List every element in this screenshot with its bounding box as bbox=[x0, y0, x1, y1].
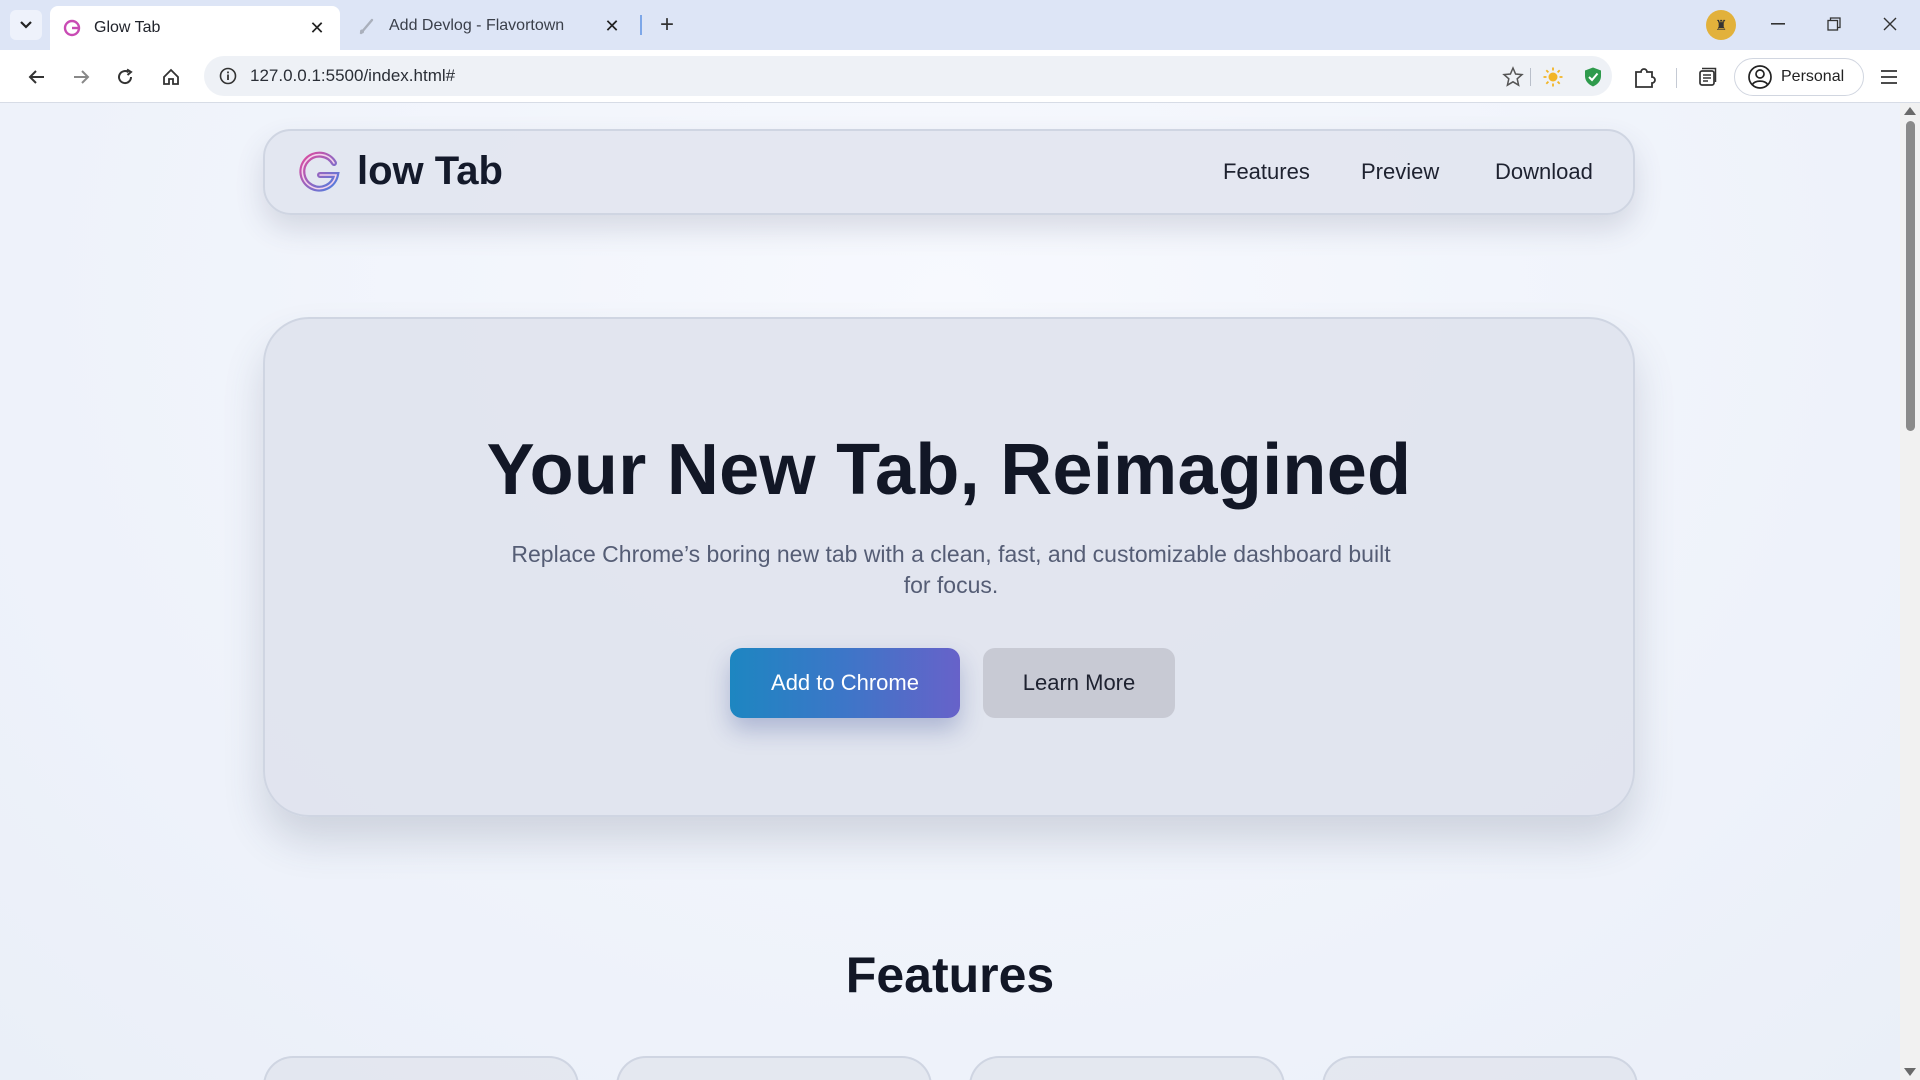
close-icon[interactable]: ✕ bbox=[306, 17, 328, 39]
window-close-icon[interactable] bbox=[1870, 8, 1910, 40]
bookmark-star-icon[interactable] bbox=[1500, 64, 1526, 90]
scroll-down-arrow-icon[interactable] bbox=[1904, 1068, 1916, 1076]
feature-card bbox=[1322, 1056, 1638, 1080]
reload-button[interactable] bbox=[108, 60, 142, 94]
scroll-up-arrow-icon[interactable] bbox=[1904, 107, 1916, 115]
tab-glow-tab[interactable]: Glow Tab ✕ bbox=[50, 6, 340, 50]
divider bbox=[1676, 68, 1677, 88]
collections-button[interactable] bbox=[1690, 60, 1724, 94]
hero-title: Your New Tab, Reimagined bbox=[486, 430, 1412, 510]
nav-link-features[interactable]: Features bbox=[1223, 159, 1310, 185]
user-icon bbox=[1748, 65, 1772, 89]
add-to-chrome-button[interactable]: Add to Chrome bbox=[730, 648, 960, 718]
divider bbox=[1530, 68, 1531, 86]
profile-button[interactable]: Personal bbox=[1734, 58, 1864, 96]
nav-link-preview[interactable]: Preview bbox=[1361, 159, 1439, 185]
tab-divider bbox=[640, 15, 642, 35]
forward-button[interactable] bbox=[64, 60, 98, 94]
tab-title: Add Devlog - Flavortown bbox=[389, 17, 565, 34]
close-icon[interactable]: ✕ bbox=[601, 15, 623, 37]
shield-extension-icon[interactable] bbox=[1580, 64, 1606, 90]
brush-favicon bbox=[357, 16, 377, 36]
profile-label: Personal bbox=[1781, 68, 1845, 85]
page-viewport: low Tab Features Preview Download Your N… bbox=[0, 103, 1900, 1080]
new-tab-button[interactable]: + bbox=[652, 10, 682, 40]
site-info-icon[interactable] bbox=[218, 66, 238, 86]
puzzle-icon bbox=[1635, 68, 1656, 88]
extension-avatar-icon[interactable]: ♜ bbox=[1706, 10, 1736, 40]
back-button[interactable] bbox=[20, 60, 54, 94]
menu-button[interactable] bbox=[1872, 60, 1906, 94]
feature-card bbox=[263, 1056, 579, 1080]
collections-icon bbox=[1699, 67, 1717, 86]
arrow-left-icon bbox=[28, 70, 44, 84]
learn-more-button[interactable]: Learn More bbox=[983, 648, 1175, 718]
scrollbar-thumb[interactable] bbox=[1906, 121, 1915, 431]
browser-toolbar: 127.0.0.1:5500/index.html# Personal bbox=[0, 50, 1920, 103]
sun-extension-icon[interactable] bbox=[1540, 64, 1566, 90]
feature-card bbox=[969, 1056, 1285, 1080]
restore-icon[interactable] bbox=[1814, 8, 1854, 40]
reload-icon bbox=[118, 68, 133, 85]
browser-tab-bar: Glow Tab ✕ Add Devlog - Flavortown ✕ + ♜ bbox=[0, 0, 1920, 50]
glow-tab-logo-icon[interactable] bbox=[295, 149, 343, 197]
home-button[interactable] bbox=[154, 60, 188, 94]
minimize-icon[interactable] bbox=[1758, 8, 1798, 40]
tab-title: Glow Tab bbox=[94, 19, 161, 36]
url-text[interactable]: 127.0.0.1:5500/index.html# bbox=[250, 66, 455, 86]
chevron-down-icon bbox=[20, 21, 32, 29]
tab-list-button[interactable] bbox=[10, 10, 42, 40]
hamburger-menu-icon bbox=[1881, 70, 1897, 84]
arrow-right-icon bbox=[74, 70, 90, 84]
extensions-button[interactable] bbox=[1628, 60, 1662, 94]
glow-tab-favicon bbox=[62, 18, 82, 38]
tab-add-devlog[interactable]: Add Devlog - Flavortown ✕ bbox=[345, 6, 635, 46]
home-icon bbox=[163, 68, 179, 85]
hero-card: Your New Tab, Reimagined Replace Chrome’… bbox=[263, 317, 1635, 817]
features-heading: Features bbox=[845, 947, 1055, 1003]
page-scrollbar[interactable] bbox=[1900, 103, 1920, 1080]
hero-subtitle: Replace Chrome’s boring new tab with a c… bbox=[511, 541, 1391, 598]
nav-link-download[interactable]: Download bbox=[1495, 159, 1593, 185]
address-bar[interactable]: 127.0.0.1:5500/index.html# bbox=[204, 56, 1612, 96]
feature-card bbox=[616, 1056, 932, 1080]
brand-name: low Tab bbox=[357, 149, 503, 193]
site-header: low Tab Features Preview Download bbox=[263, 129, 1635, 215]
